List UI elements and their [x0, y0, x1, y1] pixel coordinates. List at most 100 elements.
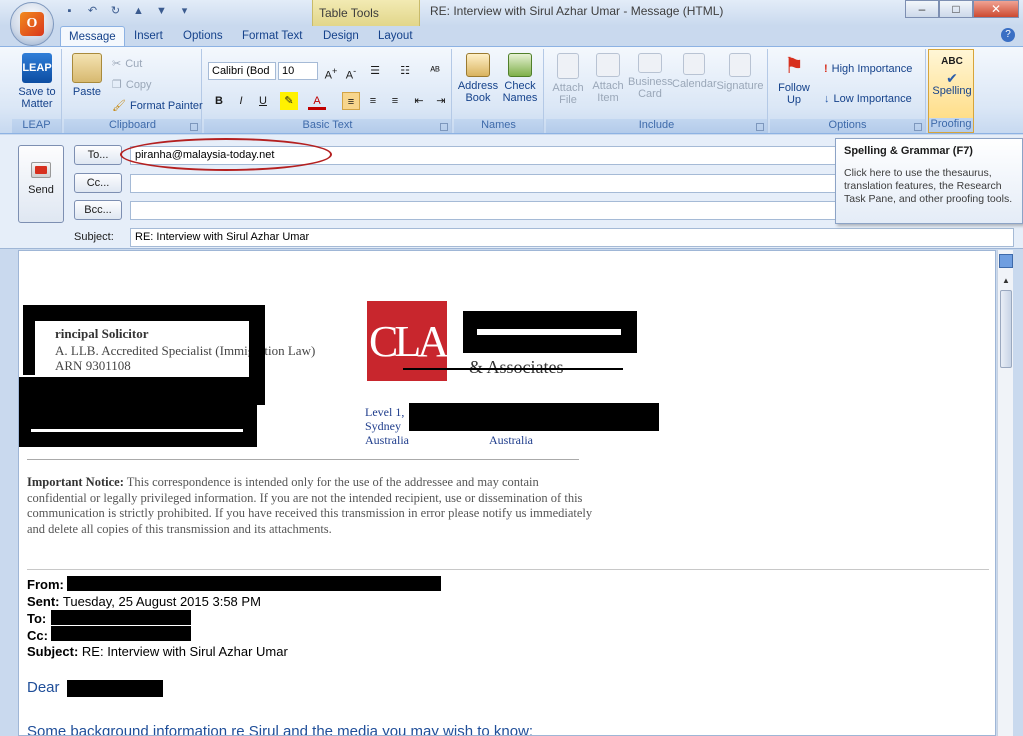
tab-options[interactable]: Options: [175, 26, 231, 46]
font-size-select[interactable]: 10: [278, 62, 318, 80]
close-button[interactable]: ✕: [973, 0, 1019, 18]
maximize-button[interactable]: □: [939, 0, 973, 18]
sent-value: Tuesday, 25 August 2015 3:58 PM: [59, 594, 261, 609]
vertical-scrollbar[interactable]: ▲: [997, 250, 1013, 736]
highlight-icon[interactable]: ✎: [280, 92, 298, 110]
tab-insert[interactable]: Insert: [126, 26, 171, 46]
clipboard-dialog-launcher-icon[interactable]: [190, 123, 198, 131]
minimize-button[interactable]: –: [905, 0, 939, 18]
options-dialog-launcher-icon[interactable]: [914, 123, 922, 131]
bcc-button[interactable]: Bcc...: [74, 200, 122, 220]
address-book-label: Address Book: [457, 80, 499, 104]
high-importance-label: High Importance: [831, 63, 913, 75]
group-proofing: ABC ✔ Spelling Proofing: [928, 49, 974, 133]
basic-text-dialog-launcher-icon[interactable]: [440, 123, 448, 131]
subject-label: Subject:: [74, 231, 114, 243]
customize-toolbar-icon[interactable]: ▾: [177, 4, 192, 19]
follow-up-button[interactable]: ⚑ Follow Up: [774, 53, 814, 106]
paste-label: Paste: [72, 86, 102, 98]
redaction-bar: [67, 576, 441, 591]
redaction-gap: [31, 429, 243, 432]
grow-font-icon[interactable]: A+: [322, 62, 340, 82]
tooltip-title: Spelling & Grammar (F7): [844, 145, 973, 157]
ribbon-tabs: Message Insert Options Format Text Desig…: [0, 26, 1023, 46]
quick-access-toolbar: ▪ ↶ ↻ ▲ ▼ ▾: [62, 4, 192, 19]
signature-title: rincipal Solicitor: [55, 326, 149, 341]
copy-button[interactable]: ❐ Copy: [112, 78, 152, 92]
copy-icon: ❐: [112, 79, 122, 91]
low-importance-button[interactable]: ↓ Low Importance: [824, 93, 912, 105]
numbering-icon[interactable]: ☷: [396, 62, 414, 80]
save-icon[interactable]: ▪: [62, 4, 77, 19]
scroll-thumb[interactable]: [1000, 290, 1012, 368]
calendar-button[interactable]: Calendar: [672, 53, 717, 90]
divider: [27, 569, 989, 570]
spelling-tooltip: Spelling & Grammar (F7) Click here to us…: [835, 138, 1023, 224]
check-names-button[interactable]: Check Names: [498, 53, 542, 104]
send-button[interactable]: Send: [18, 145, 64, 223]
shrink-font-icon[interactable]: A-: [342, 62, 360, 82]
tab-design[interactable]: Design: [315, 26, 367, 46]
spelling-button[interactable]: ABC ✔ Spelling: [931, 54, 973, 97]
address-book-button[interactable]: Address Book: [456, 53, 500, 104]
flag-icon: ⚑: [784, 53, 804, 78]
scissors-icon: ✂: [112, 58, 122, 70]
attach-file-button[interactable]: Attach File: [548, 53, 588, 106]
low-importance-label: Low Importance: [833, 93, 912, 105]
include-dialog-launcher-icon[interactable]: [756, 123, 764, 131]
save-to-matter-button[interactable]: LEAP Save to Matter: [16, 53, 58, 110]
to-button[interactable]: To...: [74, 145, 122, 165]
business-card-button[interactable]: Business Card: [628, 53, 673, 100]
attach-file-label: Attach File: [552, 82, 584, 106]
align-right-icon[interactable]: ≡: [386, 92, 404, 110]
format-painter-icon: 🖌: [112, 100, 126, 112]
cut-button[interactable]: ✂ Cut: [112, 57, 143, 71]
previous-item-icon[interactable]: ▲: [131, 4, 146, 19]
spelling-label: Spelling: [932, 85, 972, 97]
underline-button[interactable]: U: [254, 92, 272, 110]
cc-button[interactable]: Cc...: [74, 173, 122, 193]
subject-value-body: RE: Interview with Sirul Azhar Umar: [78, 644, 288, 659]
message-body[interactable]: rincipal Solicitor A. LLB. Accredited Sp…: [18, 250, 996, 736]
tab-format-text[interactable]: Format Text: [234, 26, 311, 46]
styles-icon[interactable]: ᴬᴮ: [426, 62, 444, 80]
save-to-matter-label: Save to Matter: [18, 86, 56, 110]
increase-indent-icon[interactable]: ⇥: [432, 92, 450, 110]
italic-button[interactable]: I: [232, 92, 250, 110]
subject-field[interactable]: RE: Interview with Sirul Azhar Umar: [130, 228, 1014, 247]
font-color-icon[interactable]: A: [308, 92, 326, 110]
office-button[interactable]: O: [10, 2, 54, 46]
format-painter-button[interactable]: 🖌 Format Painter: [112, 99, 203, 113]
high-importance-button[interactable]: ! High Importance: [824, 63, 912, 75]
to-label: To:: [27, 611, 47, 626]
spelling-icon-text: ABC: [941, 56, 963, 67]
signature-button[interactable]: Signature: [716, 53, 764, 92]
tab-message[interactable]: Message: [60, 26, 125, 46]
help-icon[interactable]: ?: [1001, 28, 1015, 42]
ruler-toggle-icon[interactable]: [999, 254, 1013, 268]
tooltip-text: Click here to use the thesaurus, transla…: [844, 167, 1013, 205]
tab-layout[interactable]: Layout: [370, 26, 421, 46]
cut-label: Cut: [125, 57, 143, 70]
next-item-icon[interactable]: ▼: [154, 4, 169, 19]
decrease-indent-icon[interactable]: ⇤: [410, 92, 428, 110]
undo-icon[interactable]: ↶: [85, 4, 100, 19]
attach-item-button[interactable]: Attach Item: [588, 53, 628, 104]
bold-button[interactable]: B: [210, 92, 228, 110]
low-importance-icon: ↓: [824, 93, 830, 105]
paste-button[interactable]: Paste: [70, 53, 104, 98]
redaction-bar: [23, 305, 265, 321]
format-painter-label: Format Painter: [129, 99, 203, 112]
font-name-select[interactable]: Calibri (Bod: [208, 62, 276, 80]
group-leap: LEAP Save to Matter LEAP: [12, 49, 62, 133]
redaction-bar: [409, 403, 659, 431]
bullets-icon[interactable]: ☰: [366, 62, 384, 80]
red-ellipse-annotation: [120, 138, 332, 171]
align-center-icon[interactable]: ≡: [364, 92, 382, 110]
align-left-icon[interactable]: ≡: [342, 92, 360, 110]
redaction-bar: [19, 377, 257, 447]
scroll-up-arrow-icon[interactable]: ▲: [1000, 276, 1012, 288]
group-label-options: Options: [770, 119, 925, 133]
redo-icon[interactable]: ↻: [108, 4, 123, 19]
signature-credentials: A. LLB. Accredited Specialist (Immigrati…: [55, 343, 316, 358]
